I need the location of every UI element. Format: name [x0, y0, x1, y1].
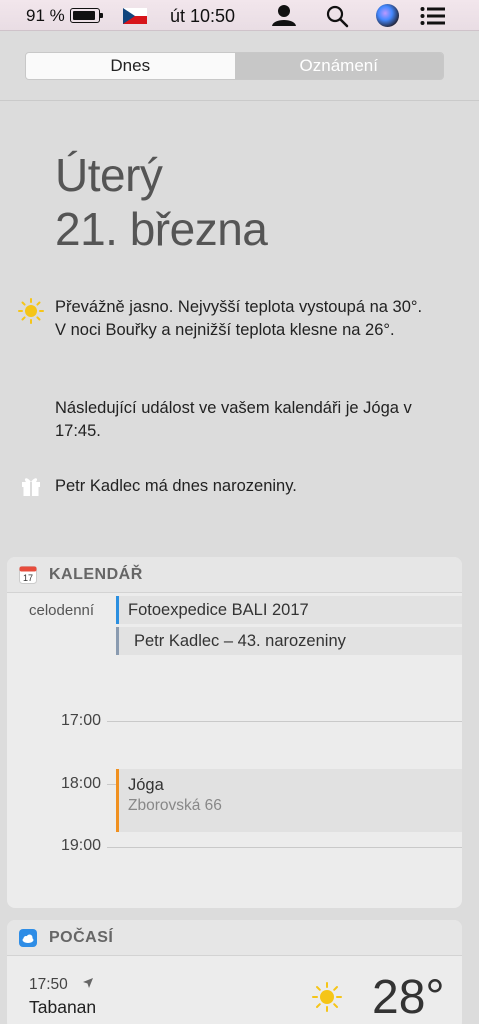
notification-center-icon[interactable]	[420, 6, 446, 26]
menu-bar: 91 % út 10:50	[0, 0, 479, 31]
event-color-stripe	[116, 596, 119, 624]
event-title: Jóga	[128, 776, 164, 794]
czech-flag-icon[interactable]	[123, 8, 147, 24]
spotlight-search-icon[interactable]	[325, 4, 349, 28]
tab-notifications[interactable]: Oznámení	[234, 53, 443, 79]
hour-label: 19:00	[60, 837, 101, 854]
weather-widget: POČASÍ 17:50 Tabanan 28°	[7, 920, 462, 1024]
calendar-widget: 17 KALENDÁŘ celodenní Fotoexpedice BALI …	[7, 557, 462, 908]
calendar-header[interactable]: 17 KALENDÁŘ	[7, 557, 462, 593]
weather-city[interactable]: Tabanan	[29, 997, 96, 1018]
weather-header[interactable]: POČASÍ	[7, 920, 462, 956]
calendar-title: KALENDÁŘ	[49, 566, 143, 583]
weather-time: 17:50	[29, 976, 68, 993]
allday-event[interactable]: Petr Kadlec – 43. narozeniny	[116, 627, 462, 655]
weather-summary-text: Převážně jasno. Nejvyšší teplota vystoup…	[55, 298, 423, 339]
user-icon[interactable]	[271, 4, 297, 26]
siri-icon[interactable]	[376, 4, 399, 27]
birthday-text: Petr Kadlec má dnes narozeniny.	[55, 477, 297, 495]
hour-line	[107, 721, 462, 722]
date-title: 21. března	[55, 203, 268, 255]
battery-icon[interactable]	[70, 8, 103, 23]
sun-icon	[18, 298, 44, 324]
hour-label: 18:00	[60, 775, 101, 792]
allday-label: celodenní	[29, 602, 95, 619]
hour-line	[107, 847, 462, 848]
menu-clock[interactable]: út 10:50	[170, 6, 235, 27]
weather-app-icon	[19, 929, 37, 947]
day-name: Úterý	[55, 149, 163, 201]
calendar-icon-day: 17	[23, 573, 33, 583]
location-arrow-icon	[83, 978, 93, 988]
calendar-event[interactable]: Jóga Zborovská 66	[116, 769, 462, 832]
allday-event[interactable]: Fotoexpedice BALI 2017	[116, 596, 462, 624]
hour-label: 17:00	[60, 712, 101, 729]
allday-event-title: Petr Kadlec – 43. narozeniny	[134, 632, 346, 650]
event-color-stripe	[116, 769, 119, 832]
calendar-icon: 17	[19, 566, 37, 584]
weather-temperature: 28°	[372, 971, 445, 1024]
event-color-stripe	[116, 627, 119, 655]
divider	[0, 100, 479, 101]
tab-today[interactable]: Dnes	[26, 53, 235, 79]
allday-event-title: Fotoexpedice BALI 2017	[128, 601, 309, 619]
event-location: Zborovská 66	[128, 797, 222, 814]
gift-icon	[22, 478, 40, 496]
next-event-text: Následující událost ve vašem kalendáři j…	[55, 399, 412, 440]
battery-percentage[interactable]: 91 %	[26, 6, 65, 26]
weather-title: POČASÍ	[49, 929, 114, 946]
today-notifications-tabs: Dnes Oznámení	[25, 52, 444, 80]
sun-icon	[312, 982, 342, 1012]
